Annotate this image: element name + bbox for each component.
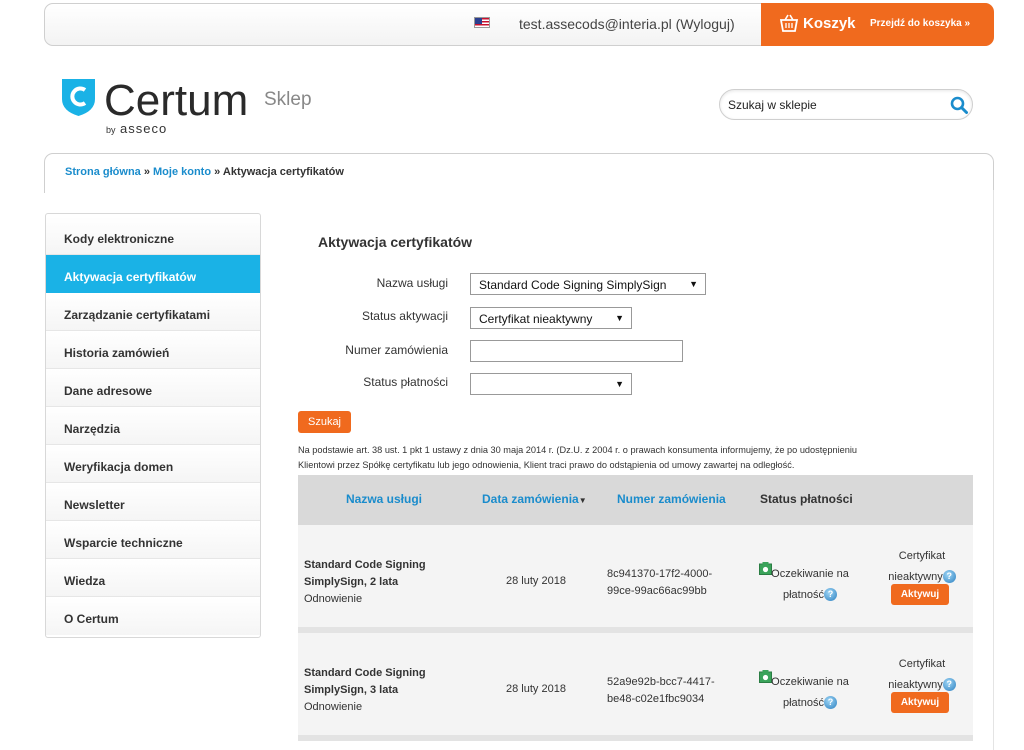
row-payment-status-text: Oczekiwanie na bbox=[771, 676, 849, 688]
sidebar-item-knowledge[interactable]: Wiedza bbox=[46, 559, 260, 597]
order-number-input[interactable] bbox=[470, 340, 683, 362]
sidebar-item-domain-verification[interactable]: Weryfikacja domen bbox=[46, 445, 260, 483]
shop-label: Sklep bbox=[264, 89, 312, 110]
row-order-number-part: 99ce-99ac66ac99bb bbox=[607, 585, 707, 597]
row-payment-status-text: płatność bbox=[783, 589, 824, 601]
certum-logo-icon[interactable] bbox=[61, 77, 96, 117]
row-service-name: Standard Code Signing bbox=[304, 559, 426, 571]
go-to-cart-link[interactable]: Przejdź do koszyka » bbox=[870, 18, 970, 29]
payment-status-label: Status płatności bbox=[363, 375, 448, 389]
row-activation-text: Certyfikat bbox=[898, 658, 946, 670]
row-service-name: SimplySign, 3 lata bbox=[304, 684, 399, 696]
row-activation-text: Certyfikat bbox=[898, 550, 946, 562]
basket-icon bbox=[779, 14, 799, 32]
cart-panel[interactable]: Koszyk Przejdź do koszyka » bbox=[761, 3, 994, 46]
row-order-number: 52a9e92b-bcc7-4417- be48-c02e1fbc9034 bbox=[607, 674, 727, 708]
dropdown-arrow-icon: ▼ bbox=[689, 279, 698, 289]
row-order-number-part: be48-c02e1fbc9034 bbox=[607, 693, 705, 705]
row-activation-status: Certyfikat nieaktywny? bbox=[882, 546, 962, 588]
search-input[interactable] bbox=[728, 96, 938, 114]
row-activation-text: nieaktywny bbox=[888, 679, 943, 691]
search-icon[interactable] bbox=[950, 96, 968, 114]
activation-status-select[interactable]: Certyfikat nieaktywny ▼ bbox=[470, 307, 632, 329]
row-payment-status: Oczekiwanie na płatność? bbox=[760, 672, 860, 714]
row-order-type: Odnowienie bbox=[304, 593, 363, 605]
activate-button[interactable]: Aktywuj bbox=[891, 584, 949, 605]
breadcrumb-home[interactable]: Strona główna bbox=[65, 166, 141, 178]
activation-status-label: Status aktywacji bbox=[361, 309, 448, 323]
row-activation-status: Certyfikat nieaktywny? bbox=[882, 654, 962, 696]
sidebar-item-certificate-activation[interactable]: Aktywacja certyfikatów bbox=[46, 255, 260, 293]
sort-desc-icon: ▼ bbox=[578, 496, 587, 505]
payment-status-select[interactable]: ▼ bbox=[470, 373, 632, 395]
row-payment-status-text: Oczekiwanie na bbox=[771, 568, 849, 580]
sidebar-item-order-history[interactable]: Historia zamówień bbox=[46, 331, 260, 369]
activation-status-value: Certyfikat nieaktywny bbox=[479, 312, 593, 326]
row-order-number-part: 8c941370-17f2-4000- bbox=[607, 568, 713, 580]
col-number-header[interactable]: Numer zamówienia bbox=[617, 492, 726, 506]
service-select[interactable]: Standard Code Signing SimplySign ▼ bbox=[470, 273, 706, 295]
legal-line-2: Klientowi przez Spółkę certyfikatu lub j… bbox=[298, 460, 795, 470]
row-payment-status: Oczekiwanie na płatność? bbox=[760, 564, 860, 606]
activate-button[interactable]: Aktywuj bbox=[891, 692, 949, 713]
us-flag-icon[interactable] bbox=[474, 17, 490, 28]
breadcrumb-bar: Strona główna » Moje konto » Aktywacja c… bbox=[44, 153, 994, 193]
sidebar-item-tech-support[interactable]: Wsparcie techniczne bbox=[46, 521, 260, 559]
cart-label[interactable]: Koszyk bbox=[803, 15, 856, 32]
search-box bbox=[719, 89, 973, 120]
row-service-name: Standard Code Signing bbox=[304, 667, 426, 679]
breadcrumb-sep: » bbox=[140, 166, 154, 178]
row-payment-status-text: płatność bbox=[783, 697, 824, 709]
row-service: Standard Code Signing SimplySign, 2 lata… bbox=[304, 557, 426, 608]
row-order-number: 8c941370-17f2-4000- 99ce-99ac66ac99bb bbox=[607, 566, 727, 600]
order-number-label: Numer zamówienia bbox=[345, 343, 448, 357]
table-row: Standard Code Signing SimplySign, 3 lata… bbox=[298, 633, 973, 735]
help-icon[interactable]: ? bbox=[942, 678, 956, 691]
row-activation-text: nieaktywny bbox=[888, 571, 943, 583]
page-title: Aktywacja certyfikatów bbox=[318, 234, 473, 250]
help-icon[interactable]: ? bbox=[823, 696, 837, 709]
breadcrumb-current: Aktywacja certyfikatów bbox=[222, 166, 344, 178]
user-account-link[interactable]: test.assecods@interia.pl (Wyloguj) bbox=[519, 16, 735, 32]
dropdown-arrow-icon: ▼ bbox=[615, 379, 624, 389]
col-payment-header: Status płatności bbox=[760, 492, 853, 506]
sidebar-item-electronic-codes[interactable]: Kody elektroniczne bbox=[46, 217, 260, 255]
orders-table-header: Nazwa usługi Data zamówienia▼ Numer zamó… bbox=[298, 475, 973, 525]
row-divider bbox=[298, 735, 973, 741]
breadcrumb: Strona główna » Moje konto » Aktywacja c… bbox=[65, 166, 344, 178]
table-row: Standard Code Signing SimplySign, 2 lata… bbox=[298, 525, 973, 627]
col-date-label: Data zamówienia bbox=[482, 492, 579, 506]
row-order-number-part: 52a9e92b-bcc7-4417- bbox=[607, 676, 715, 688]
row-service-name: SimplySign, 2 lata bbox=[304, 576, 399, 588]
logo-brand: asseco bbox=[120, 121, 168, 136]
sidebar-item-newsletter[interactable]: Newsletter bbox=[46, 483, 260, 521]
breadcrumb-account[interactable]: Moje konto bbox=[153, 166, 211, 178]
row-date: 28 luty 2018 bbox=[506, 575, 566, 587]
help-icon[interactable]: ? bbox=[942, 570, 956, 583]
sidebar-item-certificate-management[interactable]: Zarządzanie certyfikatami bbox=[46, 293, 260, 331]
col-date-header[interactable]: Data zamówienia▼ bbox=[482, 492, 587, 506]
help-icon[interactable]: ? bbox=[823, 588, 837, 601]
dropdown-arrow-icon: ▼ bbox=[615, 313, 624, 323]
logo-by: by bbox=[106, 125, 116, 135]
sidebar-item-about-certum[interactable]: O Certum bbox=[46, 597, 260, 635]
row-order-type: Odnowienie bbox=[304, 701, 363, 713]
legal-line-1: Na podstawie art. 38 ust. 1 pkt 1 ustawy… bbox=[298, 445, 858, 455]
service-label: Nazwa usługi bbox=[376, 276, 448, 290]
service-select-value: Standard Code Signing SimplySign bbox=[479, 278, 667, 292]
sidebar-item-tools[interactable]: Narzędzia bbox=[46, 407, 260, 445]
sidebar-item-address-data[interactable]: Dane adresowe bbox=[46, 369, 260, 407]
search-button[interactable]: Szukaj bbox=[298, 411, 351, 433]
row-service: Standard Code Signing SimplySign, 3 lata… bbox=[304, 665, 426, 716]
breadcrumb-sep: » bbox=[211, 166, 223, 178]
account-sidebar: Kody elektroniczne Aktywacja certyfikató… bbox=[45, 213, 261, 638]
top-bar: test.assecods@interia.pl (Wyloguj) Koszy… bbox=[44, 3, 994, 46]
col-service-header[interactable]: Nazwa usługi bbox=[346, 492, 422, 506]
row-date: 28 luty 2018 bbox=[506, 683, 566, 695]
legal-notice: Na podstawie art. 38 ust. 1 pkt 1 ustawy… bbox=[298, 443, 938, 473]
logo-wordmark[interactable]: Certum bbox=[104, 76, 248, 126]
